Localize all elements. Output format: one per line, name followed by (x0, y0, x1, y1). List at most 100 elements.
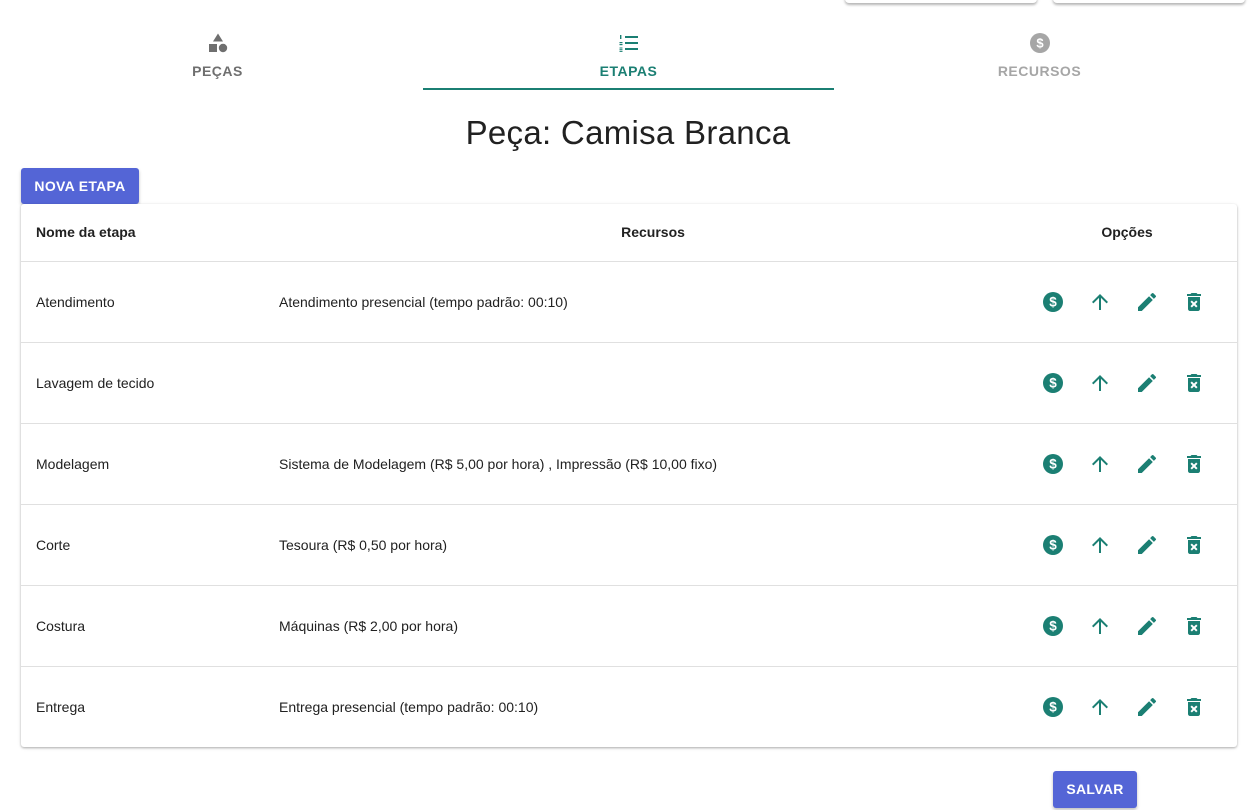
dollar-circle-icon: $ (1041, 533, 1065, 557)
dollar-circle-icon: $ (1041, 452, 1065, 476)
pencil-icon (1135, 371, 1159, 395)
stage-name: Costura (21, 585, 279, 667)
arrow-up-icon (1088, 452, 1112, 476)
arrow-up-icon (1088, 371, 1112, 395)
delete-icon (1182, 371, 1206, 395)
svg-text:$: $ (1049, 375, 1057, 390)
header-resources: Recursos (279, 204, 1027, 262)
top-app-bar-remnant (0, 0, 1260, 6)
move-up-button[interactable] (1088, 371, 1112, 395)
tab-bar: PEÇAS ETAPAS $ RECURSOS (12, 24, 1245, 92)
stage-options: $ (1027, 666, 1237, 747)
move-up-button[interactable] (1088, 452, 1112, 476)
stage-resources: Máquinas (R$ 2,00 por hora) (279, 585, 1027, 667)
stage-name: Lavagem de tecido (21, 342, 279, 424)
edit-button[interactable] (1135, 452, 1159, 476)
edit-button[interactable] (1135, 614, 1159, 638)
table-row: Modelagem Sistema de Modelagem (R$ 5,00 p… (21, 423, 1237, 505)
pencil-icon (1135, 695, 1159, 719)
dollar-circle-icon: $ (1041, 695, 1065, 719)
stage-options: $ (1027, 585, 1237, 667)
svg-text:$: $ (1036, 36, 1044, 51)
stage-options: $ (1027, 423, 1237, 505)
cost-button[interactable]: $ (1041, 533, 1065, 557)
delete-icon (1182, 533, 1206, 557)
move-up-button[interactable] (1088, 695, 1112, 719)
move-up-button[interactable] (1088, 614, 1112, 638)
cost-button[interactable]: $ (1041, 695, 1065, 719)
arrow-up-icon (1088, 695, 1112, 719)
edit-button[interactable] (1135, 371, 1159, 395)
stage-resources: Atendimento presencial (tempo padrão: 00… (279, 261, 1027, 343)
pencil-icon (1135, 452, 1159, 476)
move-up-button[interactable] (1088, 290, 1112, 314)
delete-button[interactable] (1182, 695, 1206, 719)
delete-button[interactable] (1182, 533, 1206, 557)
table-header-row: Nome da etapa Recursos Opções (21, 204, 1237, 262)
tab-label: ETAPAS (599, 63, 658, 79)
table-row: Costura Máquinas (R$ 2,00 por hora) $ (21, 585, 1237, 667)
stage-name: Atendimento (21, 261, 279, 343)
edit-button[interactable] (1135, 290, 1159, 314)
header-options: Opções (1027, 204, 1237, 262)
cost-button[interactable]: $ (1041, 371, 1065, 395)
numbered-list-icon (617, 31, 641, 55)
move-up-button[interactable] (1088, 533, 1112, 557)
delete-button[interactable] (1182, 371, 1206, 395)
edit-button[interactable] (1135, 695, 1159, 719)
arrow-up-icon (1088, 290, 1112, 314)
stage-name: Corte (21, 504, 279, 586)
svg-text:$: $ (1049, 294, 1057, 309)
cost-button[interactable]: $ (1041, 614, 1065, 638)
top-button-left[interactable] (845, 0, 1037, 3)
dollar-circle-icon: $ (1041, 290, 1065, 314)
dollar-circle-icon: $ (1028, 31, 1052, 55)
header-stage-name: Nome da etapa (21, 204, 279, 262)
svg-text:$: $ (1049, 537, 1057, 552)
pencil-icon (1135, 290, 1159, 314)
delete-icon (1182, 452, 1206, 476)
dollar-circle-icon: $ (1041, 371, 1065, 395)
page-title: Peça: Camisa Branca (465, 114, 791, 151)
table-row: Entrega Entrega presencial (tempo padrão:… (21, 666, 1237, 747)
svg-text:$: $ (1049, 699, 1057, 714)
stage-options: $ (1027, 342, 1237, 424)
svg-text:$: $ (1049, 456, 1057, 471)
tab-label: RECURSOS (997, 63, 1082, 79)
stage-options: $ (1027, 261, 1237, 343)
new-stage-button[interactable]: NOVA ETAPA (21, 168, 139, 204)
table-row: Corte Tesoura (R$ 0,50 por hora) $ (21, 504, 1237, 586)
dollar-circle-icon: $ (1041, 614, 1065, 638)
svg-text:$: $ (1049, 618, 1057, 633)
stages-table: Nome da etapa Recursos Opções Atendiment… (21, 204, 1237, 747)
arrow-up-icon (1088, 614, 1112, 638)
stage-name: Modelagem (21, 423, 279, 505)
stage-resources: Sistema de Modelagem (R$ 5,00 por hora) … (279, 423, 1027, 505)
shapes-icon (206, 31, 230, 55)
top-button-right[interactable] (1053, 0, 1245, 3)
stage-resources: Tesoura (R$ 0,50 por hora) (279, 504, 1027, 586)
table-row: Lavagem de tecido $ (21, 342, 1237, 424)
tab-recursos[interactable]: $ RECURSOS (834, 24, 1245, 92)
tab-label: PEÇAS (192, 63, 243, 79)
delete-button[interactable] (1182, 614, 1206, 638)
delete-button[interactable] (1182, 290, 1206, 314)
cost-button[interactable]: $ (1041, 452, 1065, 476)
delete-icon (1182, 614, 1206, 638)
stage-resources: Entrega presencial (tempo padrão: 00:10) (279, 698, 539, 715)
stage-options: $ (1027, 504, 1237, 586)
tab-pecas[interactable]: PEÇAS (12, 24, 423, 92)
delete-icon (1182, 290, 1206, 314)
arrow-up-icon (1088, 533, 1112, 557)
pencil-icon (1135, 533, 1159, 557)
delete-icon (1182, 695, 1206, 719)
stage-name: Entrega (36, 698, 86, 715)
save-button[interactable]: SALVAR (1053, 771, 1137, 808)
delete-button[interactable] (1182, 452, 1206, 476)
cost-button[interactable]: $ (1041, 290, 1065, 314)
tab-etapas[interactable]: ETAPAS (423, 24, 834, 92)
edit-button[interactable] (1135, 533, 1159, 557)
pencil-icon (1135, 614, 1159, 638)
table-row: Atendimento Atendimento presencial (tempo… (21, 261, 1237, 343)
stage-resources (279, 342, 1027, 424)
